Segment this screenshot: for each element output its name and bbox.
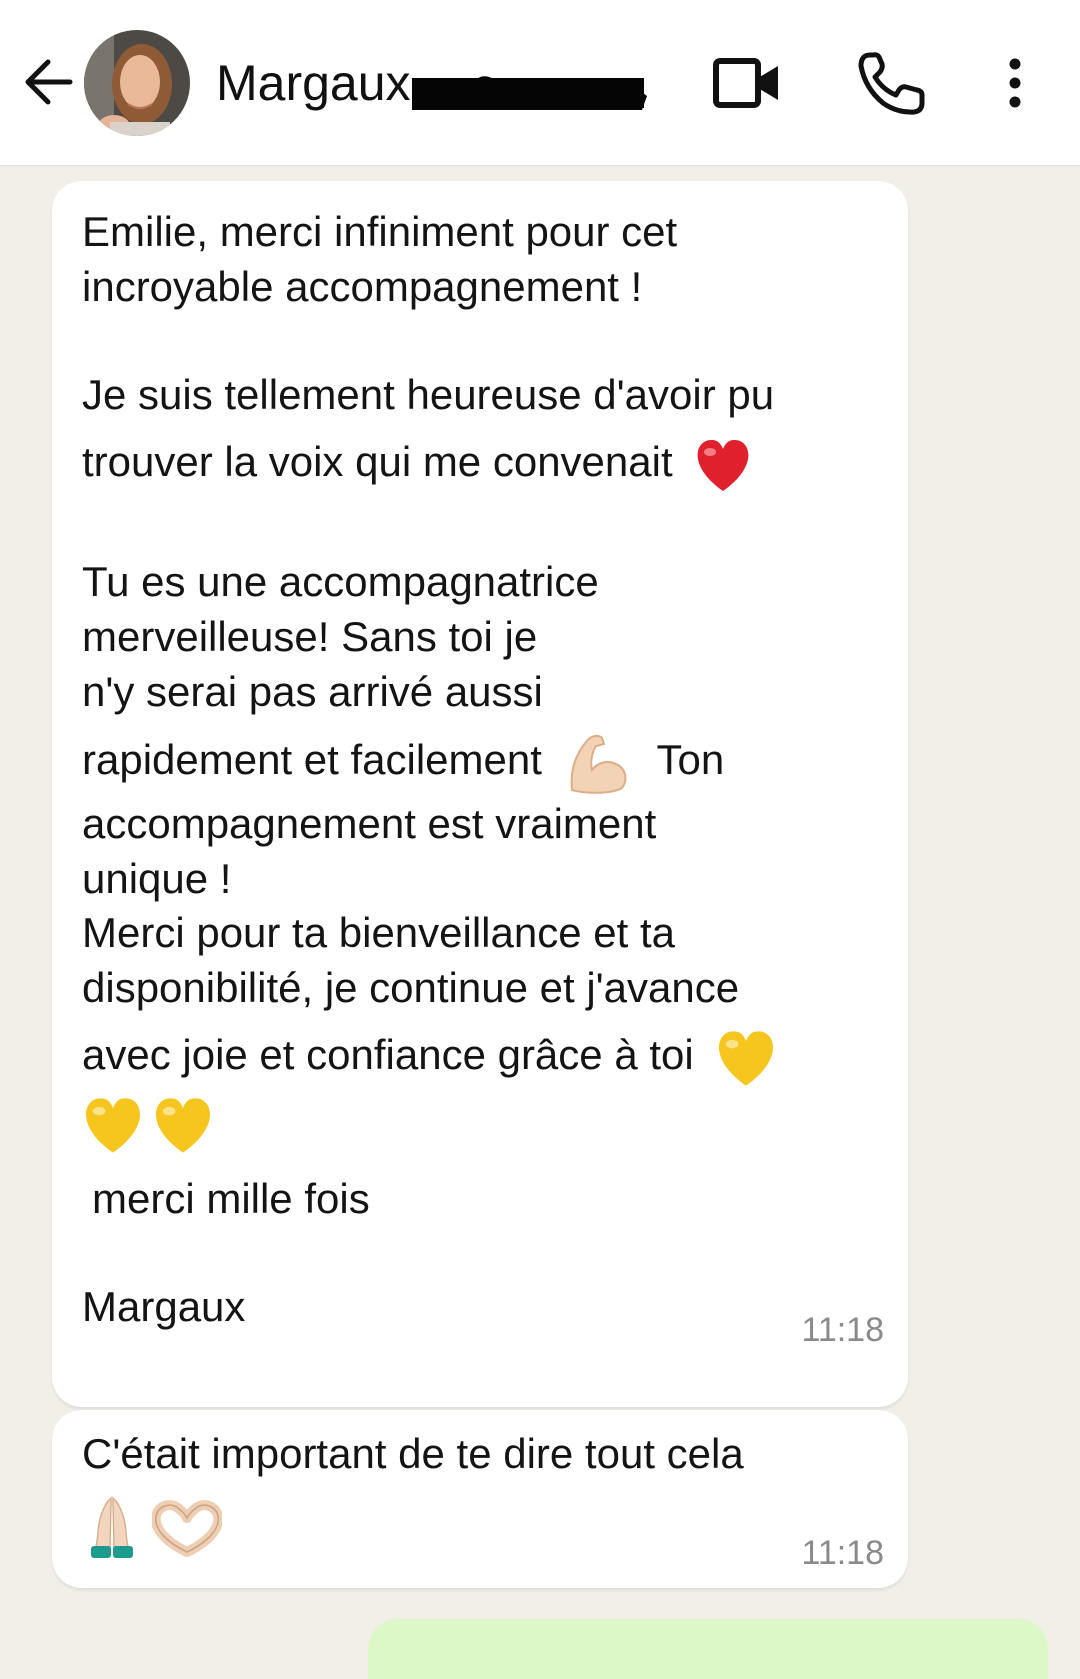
heart-hands-icon	[151, 1500, 224, 1557]
message-line: rapidement et facilement Ton	[82, 732, 724, 794]
back-arrow-icon[interactable]	[22, 50, 78, 114]
outgoing-message-bubble[interactable]	[368, 1619, 1048, 1679]
redaction-scribble	[412, 76, 647, 110]
message-bubble[interactable]: C'était important de te dire tout cela 1…	[52, 1410, 908, 1588]
message-line: trouver la voix qui me convenait	[82, 436, 754, 493]
message-line: Tu es une accompagnatrice	[82, 558, 599, 605]
message-line: accompagnement est vraiment	[82, 800, 657, 847]
message-text: rapidement et facilement	[82, 736, 542, 784]
message-line: Merci pour ta bienveillance et ta	[82, 909, 675, 956]
message-text: avec joie et confiance grâce à toi	[82, 1031, 694, 1079]
message-time: 11:18	[801, 1311, 884, 1349]
message-line: disponibilité, je continue et j'avance	[82, 964, 740, 1011]
message-line: incroyable accompagnement !	[82, 263, 643, 310]
message-bubble[interactable]: Emilie, merci infiniment pour cet incroy…	[52, 181, 908, 1407]
message-signature: Margaux	[82, 1283, 246, 1330]
message-line: avec joie et confiance grâce à toi	[82, 1028, 779, 1088]
message-line: Je suis tellement heureuse d'avoir pu	[82, 371, 775, 418]
flexed-biceps-icon	[570, 734, 626, 794]
yellow-heart-icon	[85, 1098, 141, 1153]
yellow-heart-icon	[719, 1031, 774, 1086]
message-line: n'y serai pas arrivé aussi	[82, 668, 543, 715]
phone-icon[interactable]	[852, 48, 932, 118]
chat-area[interactable]: Emilie, merci infiniment pour cet incroy…	[0, 166, 1080, 1679]
message-line: unique !	[82, 855, 232, 902]
message-text: trouver la voix qui me convenait	[82, 438, 673, 485]
more-vert-icon[interactable]	[990, 48, 1040, 118]
emoji-row	[80, 1095, 216, 1160]
message-text: Ton	[656, 736, 725, 784]
message-time: 11:18	[801, 1534, 884, 1572]
video-call-icon[interactable]	[706, 48, 786, 118]
message-line: C'était important de te dire tout cela	[82, 1430, 744, 1477]
message-line: Emilie, merci infiniment pour cet	[82, 208, 678, 255]
emoji-row	[84, 1494, 224, 1565]
contact-name[interactable]: Margaux	[216, 52, 411, 114]
message-line: merveilleuse! Sans toi je	[82, 613, 538, 660]
yellow-heart-icon	[156, 1098, 211, 1153]
avatar[interactable]	[84, 30, 190, 136]
folded-hands-icon	[91, 1496, 133, 1558]
message-line: merci mille fois	[92, 1175, 370, 1222]
red-heart-icon	[697, 439, 749, 491]
chat-header: Margaux	[0, 0, 1080, 166]
